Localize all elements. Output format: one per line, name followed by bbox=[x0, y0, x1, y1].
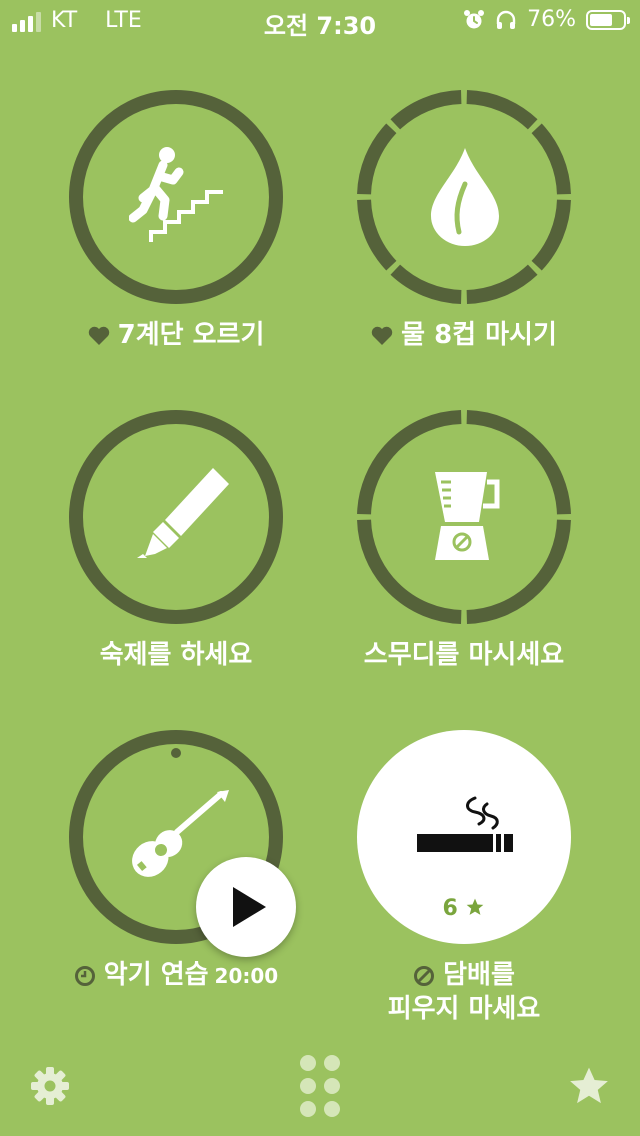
ring-segment bbox=[466, 90, 538, 130]
habit-homework-label: 숙제를 하세요 bbox=[99, 640, 253, 670]
water-drop-icon bbox=[431, 148, 499, 246]
habit-instrument-label: 악기 연습 20:00 bbox=[26, 958, 326, 993]
battery-percent: 76% bbox=[527, 7, 576, 32]
habit-stairs[interactable] bbox=[69, 90, 283, 304]
ring-segment bbox=[466, 264, 538, 304]
play-icon bbox=[233, 887, 266, 927]
highlighter-icon bbox=[137, 468, 229, 558]
grid-icon[interactable] bbox=[299, 1054, 341, 1118]
habit-no-smoking-label: 담배를 피우지 마세요 bbox=[387, 960, 541, 1024]
stairs-icon bbox=[129, 147, 223, 242]
habit-stairs-label: 7계단 오르기 bbox=[26, 318, 326, 352]
reminder-time: 20:00 bbox=[214, 964, 279, 988]
ring-segment bbox=[390, 90, 462, 130]
habit-water-label: 물 8컵 마시기 bbox=[314, 318, 614, 352]
habit-no-smoking[interactable]: 6 bbox=[357, 730, 571, 944]
habit-smoothie[interactable] bbox=[357, 410, 571, 624]
headphones-icon bbox=[496, 10, 516, 29]
cigarette-icon bbox=[417, 796, 513, 852]
heart-icon bbox=[88, 326, 109, 345]
battery-icon bbox=[586, 9, 630, 30]
habit-homework[interactable] bbox=[69, 410, 283, 624]
ring-segment bbox=[531, 123, 571, 195]
ring-segment bbox=[357, 123, 397, 195]
bottom-bar bbox=[0, 1040, 640, 1136]
status-bar: KT LTE 오전 7:30 76% bbox=[0, 0, 640, 40]
alarm-icon bbox=[464, 9, 485, 28]
habit-water[interactable] bbox=[357, 90, 571, 304]
ring-segment bbox=[390, 264, 462, 304]
ring-segment bbox=[531, 199, 571, 271]
settings-icon[interactable] bbox=[30, 1066, 70, 1106]
star-small-icon bbox=[467, 898, 484, 915]
ring-segment bbox=[357, 199, 397, 271]
blender-icon bbox=[435, 472, 500, 560]
star-count: 6 bbox=[357, 896, 571, 921]
play-button[interactable] bbox=[196, 857, 296, 957]
star-icon[interactable] bbox=[568, 1065, 610, 1107]
habit-smoothie-label: 스무디를 마시세요 bbox=[363, 640, 565, 670]
heart-icon bbox=[371, 326, 393, 345]
ban-icon bbox=[414, 965, 435, 986]
clock-icon bbox=[74, 965, 95, 986]
